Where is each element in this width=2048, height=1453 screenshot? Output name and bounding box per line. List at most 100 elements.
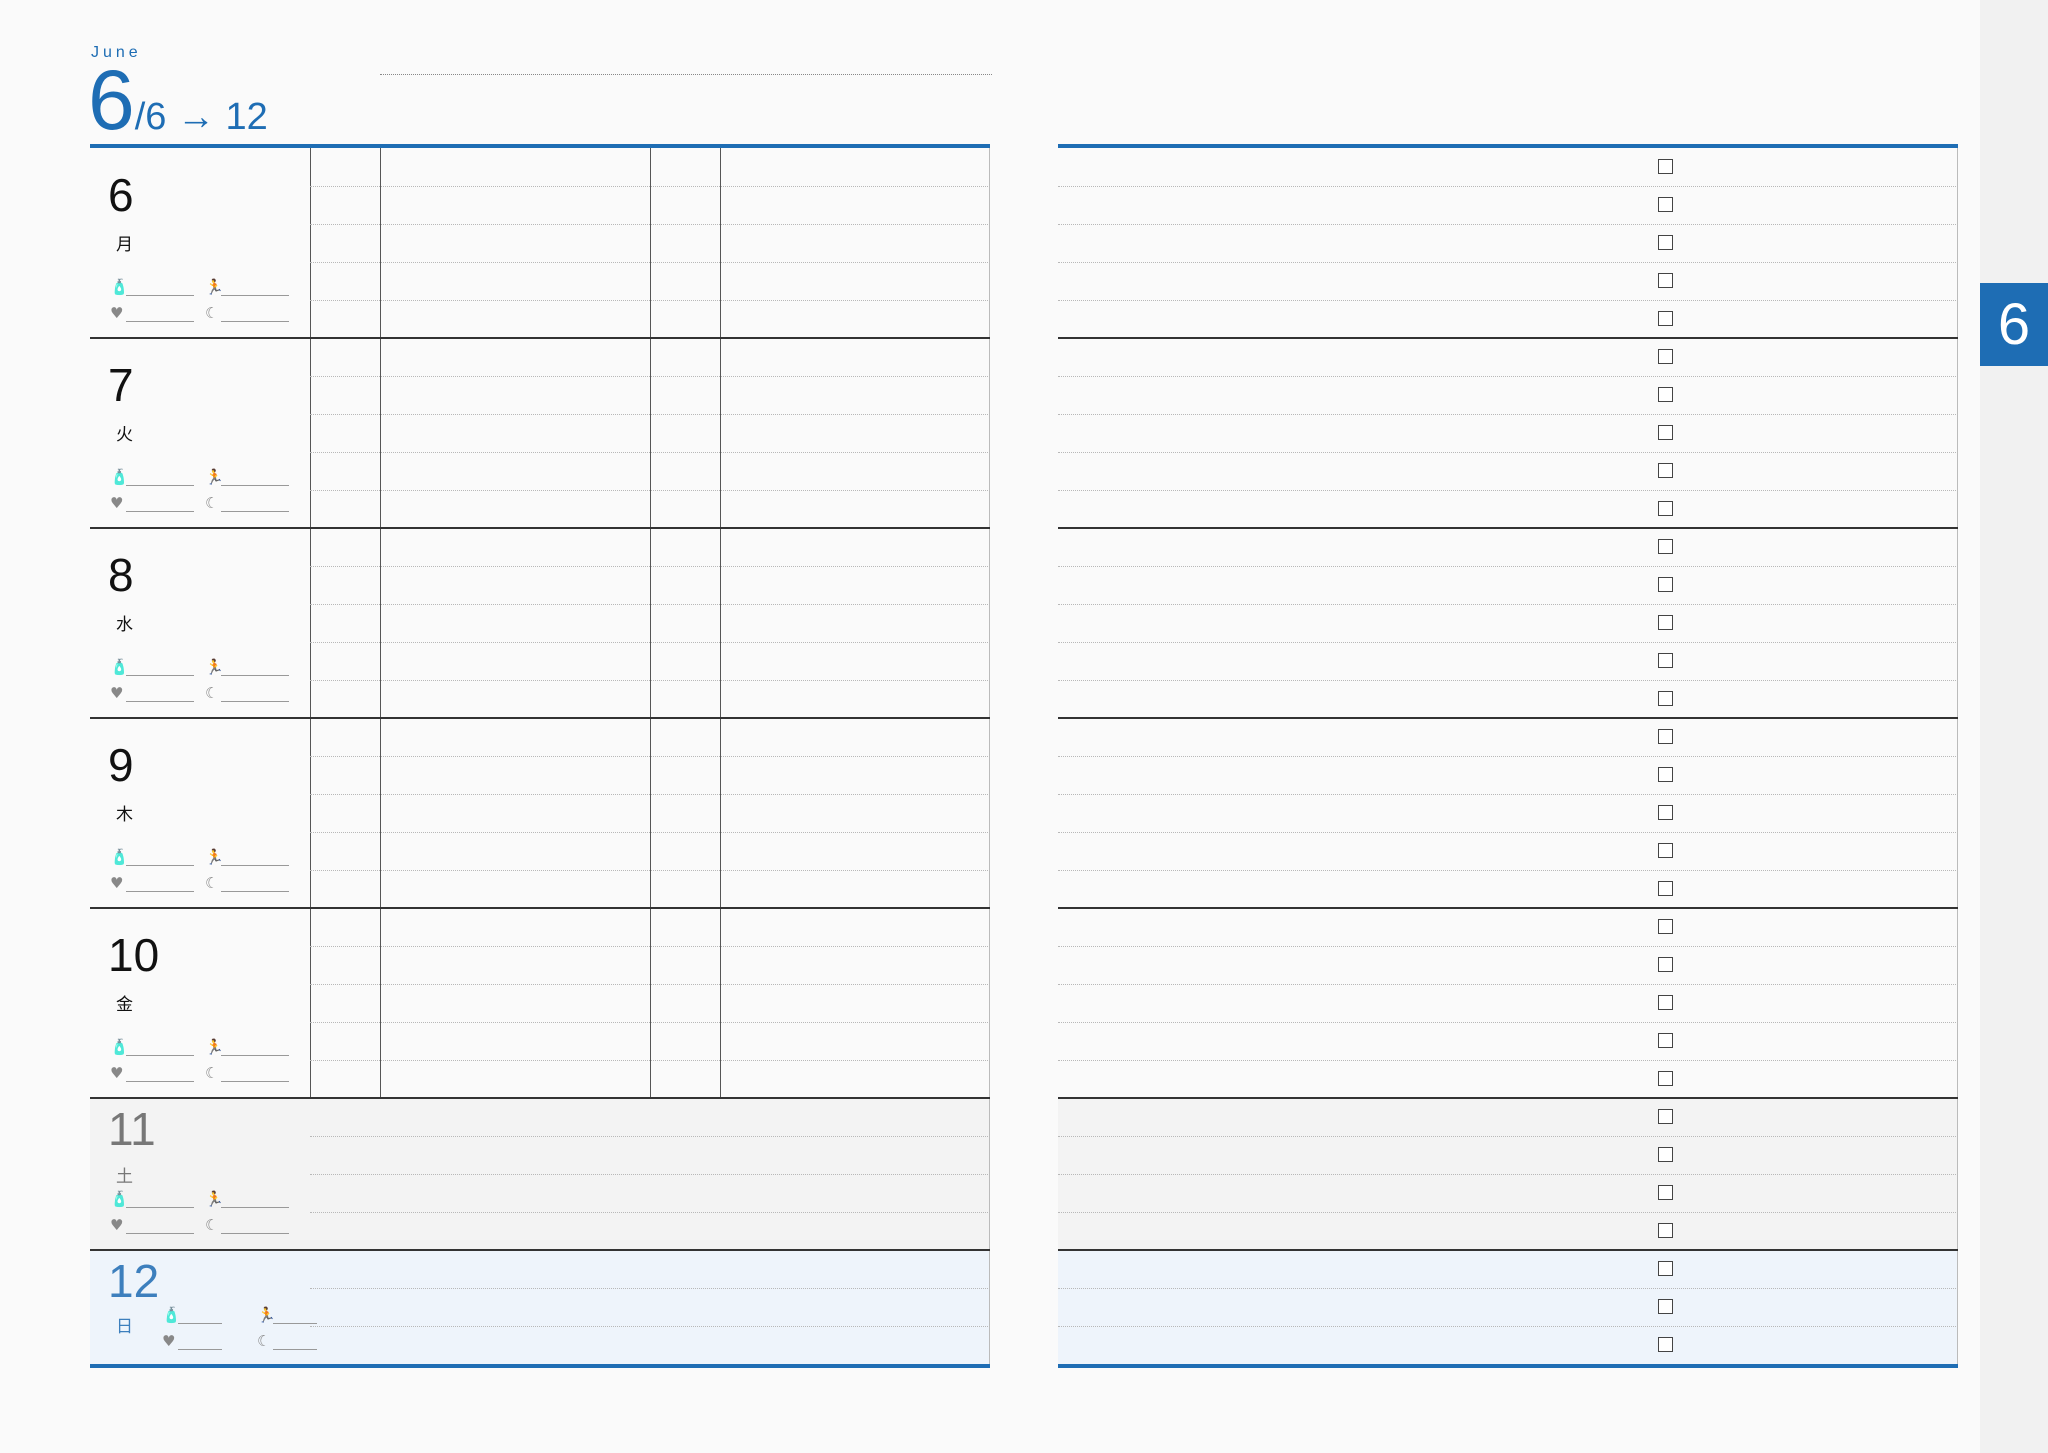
task-line[interactable] — [1058, 680, 1958, 681]
task-checkbox[interactable] — [1658, 1223, 1673, 1238]
schedule-line[interactable] — [310, 1288, 990, 1289]
task-checkbox[interactable] — [1658, 957, 1673, 972]
tracker-blank[interactable] — [221, 485, 289, 486]
schedule-line[interactable] — [310, 1326, 990, 1327]
schedule-line[interactable] — [310, 452, 990, 453]
schedule-line[interactable] — [310, 186, 990, 187]
task-line[interactable] — [1058, 946, 1958, 947]
schedule-line[interactable] — [310, 300, 990, 301]
task-checkbox[interactable] — [1658, 1337, 1673, 1352]
task-checkbox[interactable] — [1658, 1147, 1673, 1162]
task-line[interactable] — [1058, 794, 1958, 795]
tracker-blank[interactable] — [221, 1233, 289, 1234]
task-checkbox[interactable] — [1658, 1033, 1673, 1048]
task-line[interactable] — [1058, 414, 1958, 415]
schedule-line[interactable] — [310, 224, 990, 225]
tracker-blank[interactable] — [273, 1349, 317, 1350]
task-checkbox[interactable] — [1658, 349, 1673, 364]
task-checkbox[interactable] — [1658, 273, 1673, 288]
task-checkbox[interactable] — [1658, 311, 1673, 326]
schedule-line[interactable] — [310, 262, 990, 263]
schedule-line[interactable] — [310, 376, 990, 377]
tracker-blank[interactable] — [126, 1233, 194, 1234]
tracker-blank[interactable] — [178, 1323, 222, 1324]
header-memo-line[interactable] — [380, 74, 992, 75]
schedule-line[interactable] — [310, 1174, 990, 1175]
task-line[interactable] — [1058, 186, 1958, 187]
schedule-line[interactable] — [310, 1060, 990, 1061]
task-checkbox[interactable] — [1658, 729, 1673, 744]
schedule-line[interactable] — [310, 680, 990, 681]
task-checkbox[interactable] — [1658, 1071, 1673, 1086]
schedule-line[interactable] — [310, 642, 990, 643]
tracker-blank[interactable] — [126, 1081, 194, 1082]
tracker-blank[interactable] — [221, 295, 289, 296]
tracker-blank[interactable] — [126, 891, 194, 892]
task-checkbox[interactable] — [1658, 1109, 1673, 1124]
task-checkbox[interactable] — [1658, 463, 1673, 478]
schedule-line[interactable] — [310, 566, 990, 567]
task-line[interactable] — [1058, 870, 1958, 871]
schedule-line[interactable] — [310, 1136, 990, 1137]
schedule-line[interactable] — [310, 794, 990, 795]
task-line[interactable] — [1058, 1022, 1958, 1023]
schedule-line[interactable] — [310, 604, 990, 605]
tracker-blank[interactable] — [273, 1323, 317, 1324]
tracker-blank[interactable] — [221, 1081, 289, 1082]
task-checkbox[interactable] — [1658, 197, 1673, 212]
tracker-blank[interactable] — [126, 1055, 194, 1056]
tracker-blank[interactable] — [126, 321, 194, 322]
schedule-line[interactable] — [310, 870, 990, 871]
schedule-line[interactable] — [310, 490, 990, 491]
task-line[interactable] — [1058, 642, 1958, 643]
tracker-blank[interactable] — [221, 701, 289, 702]
tracker-blank[interactable] — [126, 701, 194, 702]
task-line[interactable] — [1058, 604, 1958, 605]
schedule-line[interactable] — [310, 1022, 990, 1023]
task-line[interactable] — [1058, 1136, 1958, 1137]
task-line[interactable] — [1058, 300, 1958, 301]
task-checkbox[interactable] — [1658, 995, 1673, 1010]
schedule-line[interactable] — [310, 984, 990, 985]
task-checkbox[interactable] — [1658, 539, 1673, 554]
task-checkbox[interactable] — [1658, 767, 1673, 782]
task-line[interactable] — [1058, 984, 1958, 985]
month-tab[interactable]: 6 — [1980, 283, 2048, 366]
task-line[interactable] — [1058, 490, 1958, 491]
tracker-blank[interactable] — [126, 675, 194, 676]
schedule-line[interactable] — [310, 1212, 990, 1213]
task-checkbox[interactable] — [1658, 577, 1673, 592]
tracker-blank[interactable] — [126, 511, 194, 512]
schedule-line[interactable] — [310, 832, 990, 833]
tracker-blank[interactable] — [221, 321, 289, 322]
task-line[interactable] — [1058, 376, 1958, 377]
tracker-blank[interactable] — [126, 295, 194, 296]
task-checkbox[interactable] — [1658, 235, 1673, 250]
task-line[interactable] — [1058, 832, 1958, 833]
task-line[interactable] — [1058, 262, 1958, 263]
tracker-blank[interactable] — [221, 1055, 289, 1056]
schedule-line[interactable] — [310, 946, 990, 947]
task-line[interactable] — [1058, 1288, 1958, 1289]
task-line[interactable] — [1058, 1326, 1958, 1327]
tracker-blank[interactable] — [178, 1349, 222, 1350]
task-checkbox[interactable] — [1658, 805, 1673, 820]
task-line[interactable] — [1058, 1212, 1958, 1213]
schedule-line[interactable] — [310, 756, 990, 757]
task-checkbox[interactable] — [1658, 653, 1673, 668]
tracker-blank[interactable] — [126, 1207, 194, 1208]
task-checkbox[interactable] — [1658, 919, 1673, 934]
task-line[interactable] — [1058, 566, 1958, 567]
task-line[interactable] — [1058, 224, 1958, 225]
task-checkbox[interactable] — [1658, 691, 1673, 706]
task-checkbox[interactable] — [1658, 881, 1673, 896]
task-checkbox[interactable] — [1658, 159, 1673, 174]
task-checkbox[interactable] — [1658, 1299, 1673, 1314]
task-checkbox[interactable] — [1658, 843, 1673, 858]
schedule-line[interactable] — [310, 414, 990, 415]
tracker-blank[interactable] — [221, 1207, 289, 1208]
task-line[interactable] — [1058, 1060, 1958, 1061]
tracker-blank[interactable] — [221, 865, 289, 866]
tracker-blank[interactable] — [221, 511, 289, 512]
tracker-blank[interactable] — [221, 675, 289, 676]
